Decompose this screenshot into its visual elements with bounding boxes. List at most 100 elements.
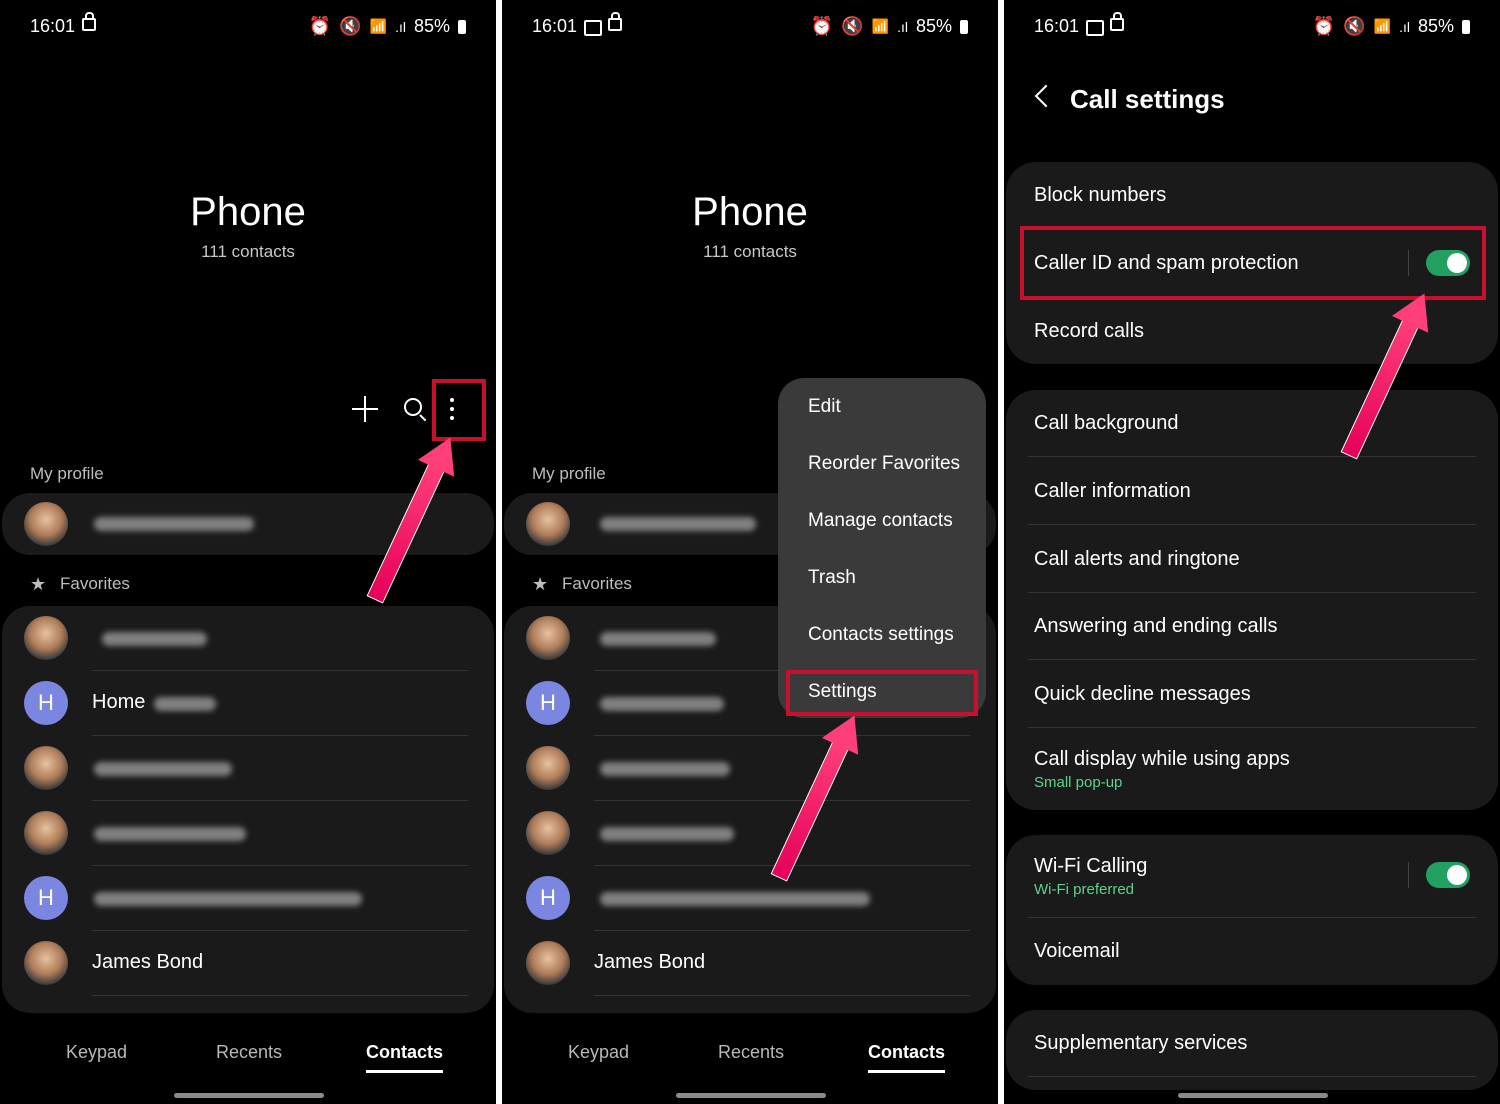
back-arrow-icon[interactable] bbox=[1034, 84, 1058, 108]
setting-record-calls[interactable]: Record calls bbox=[1034, 320, 1144, 343]
phone-contacts-screen: 16:01 ⏰ 🔇 📶 .ıl 85% Phone 111 contacts M… bbox=[0, 0, 496, 1104]
blurred-name bbox=[154, 697, 216, 711]
alarm-icon: ⏰ bbox=[1312, 16, 1336, 36]
setting-block-numbers[interactable]: Block numbers bbox=[1034, 184, 1166, 207]
avatar bbox=[526, 941, 570, 985]
list-item[interactable]: James Bond bbox=[504, 931, 996, 996]
tab-recents[interactable]: Recents bbox=[216, 1042, 282, 1063]
alarm-icon: ⏰ bbox=[810, 16, 834, 36]
list-item[interactable] bbox=[2, 801, 494, 866]
star-icon: ★ bbox=[532, 574, 549, 594]
setting-wifi-calling[interactable]: Wi-Fi Calling bbox=[1034, 855, 1147, 878]
settings-highlight bbox=[786, 670, 978, 716]
menu-item-reorder-favorites[interactable]: Reorder Favorites bbox=[808, 453, 960, 475]
setting-call-background[interactable]: Call background bbox=[1034, 412, 1179, 435]
setting-supplementary[interactable]: Supplementary services bbox=[1034, 1032, 1247, 1055]
contact-count: 111 contacts bbox=[201, 242, 295, 261]
tab-keypad[interactable]: Keypad bbox=[66, 1042, 127, 1063]
tab-contacts[interactable]: Contacts bbox=[366, 1042, 444, 1073]
avatar bbox=[24, 746, 68, 790]
setting-call-display[interactable]: Call display while using apps bbox=[1034, 748, 1290, 771]
blurred-name bbox=[600, 762, 730, 776]
tab-contacts[interactable]: Contacts bbox=[868, 1042, 946, 1073]
list-item[interactable] bbox=[2, 736, 494, 801]
contact-count: 111 contacts bbox=[703, 242, 797, 261]
list-item[interactable] bbox=[504, 736, 996, 801]
status-right: ⏰ 🔇 📶 .ıl 85% bbox=[1313, 16, 1470, 37]
favorites-label: Favorites bbox=[60, 574, 130, 593]
more-options-highlight bbox=[432, 379, 486, 441]
bottom-nav: Keypad Recents Contacts bbox=[502, 1030, 998, 1080]
star-icon: ★ bbox=[30, 574, 47, 594]
add-contact-icon[interactable] bbox=[352, 396, 378, 422]
list-item[interactable]: H Home bbox=[2, 671, 494, 736]
overflow-menu: Edit Reorder Favorites Manage contacts T… bbox=[778, 378, 986, 718]
menu-item-contacts-settings[interactable]: Contacts settings bbox=[808, 624, 954, 646]
avatar: H bbox=[24, 876, 68, 920]
tab-keypad[interactable]: Keypad bbox=[568, 1042, 629, 1063]
list-item[interactable] bbox=[2, 606, 494, 671]
signal-icon: .ıl bbox=[1399, 18, 1410, 35]
mute-icon: 🔇 bbox=[1343, 16, 1366, 36]
lock-icon bbox=[82, 12, 96, 31]
alarm-icon: ⏰ bbox=[308, 16, 332, 36]
divider bbox=[1408, 862, 1409, 888]
blurred-name bbox=[600, 892, 870, 906]
settings-card-supplementary: Supplementary services bbox=[1006, 1010, 1498, 1090]
avatar bbox=[24, 616, 68, 660]
status-time: 16:01 bbox=[1034, 16, 1080, 36]
contact-name: James Bond bbox=[92, 951, 204, 973]
menu-item-edit[interactable]: Edit bbox=[808, 396, 841, 418]
search-icon[interactable] bbox=[404, 398, 422, 416]
avatar bbox=[24, 811, 68, 855]
menu-item-trash[interactable]: Trash bbox=[808, 567, 856, 589]
setting-answering[interactable]: Answering and ending calls bbox=[1034, 615, 1278, 638]
image-icon bbox=[1086, 20, 1104, 36]
blurred-name bbox=[94, 892, 362, 906]
contact-name: James Bond bbox=[594, 951, 706, 973]
setting-caller-information[interactable]: Caller information bbox=[1034, 480, 1191, 503]
setting-call-alerts[interactable]: Call alerts and ringtone bbox=[1034, 548, 1240, 571]
battery-icon bbox=[458, 19, 466, 34]
phone-menu-screen: 16:01 ⏰ 🔇 📶 .ıl 85% Phone 111 contacts M… bbox=[502, 0, 998, 1104]
blurred-name bbox=[600, 827, 734, 841]
wifi-icon: 📶 bbox=[871, 18, 890, 34]
contact-name: Home bbox=[92, 691, 146, 713]
image-icon bbox=[584, 20, 602, 36]
call-display-value: Small pop-up bbox=[1034, 774, 1123, 791]
signal-icon: .ıl bbox=[395, 18, 406, 35]
tab-recents[interactable]: Recents bbox=[718, 1042, 784, 1063]
avatar bbox=[24, 502, 68, 546]
status-time: 16:01 bbox=[532, 16, 578, 36]
avatar: H bbox=[526, 876, 570, 920]
mute-icon: 🔇 bbox=[339, 16, 362, 36]
setting-voicemail[interactable]: Voicemail bbox=[1034, 940, 1120, 963]
setting-quick-decline[interactable]: Quick decline messages bbox=[1034, 683, 1251, 706]
list-item[interactable]: James Bond bbox=[2, 931, 494, 996]
list-item[interactable] bbox=[504, 801, 996, 866]
blurred-name bbox=[600, 697, 724, 711]
battery-icon bbox=[960, 19, 968, 34]
avatar: H bbox=[24, 681, 68, 725]
wifi-calling-value: Wi-Fi preferred bbox=[1034, 881, 1135, 898]
status-bar: 16:01 ⏰ 🔇 📶 .ıl 85% bbox=[1034, 12, 1470, 40]
avatar bbox=[526, 502, 570, 546]
list-item[interactable]: H bbox=[2, 866, 494, 931]
menu-item-manage-contacts[interactable]: Manage contacts bbox=[808, 510, 953, 532]
settings-card-call: Call background Caller information Call … bbox=[1006, 390, 1498, 810]
signal-icon: .ıl bbox=[897, 18, 908, 35]
mute-icon: 🔇 bbox=[841, 16, 864, 36]
wifi-calling-toggle[interactable] bbox=[1426, 862, 1470, 888]
avatar: H bbox=[526, 681, 570, 725]
my-profile-label: My profile bbox=[532, 464, 606, 483]
blurred-name bbox=[102, 632, 207, 646]
settings-card-wifi: Wi-Fi Calling Wi-Fi preferred Voicemail bbox=[1006, 835, 1498, 985]
bottom-nav: Keypad Recents Contacts bbox=[0, 1030, 496, 1080]
list-item[interactable]: H bbox=[504, 866, 996, 931]
status-right: ⏰ 🔇 📶 .ıl 85% bbox=[811, 16, 968, 37]
wifi-icon: 📶 bbox=[1373, 18, 1392, 34]
blurred-name bbox=[600, 517, 756, 531]
blurred-name bbox=[94, 762, 232, 776]
lock-icon bbox=[1110, 12, 1124, 31]
blurred-name bbox=[94, 517, 254, 531]
